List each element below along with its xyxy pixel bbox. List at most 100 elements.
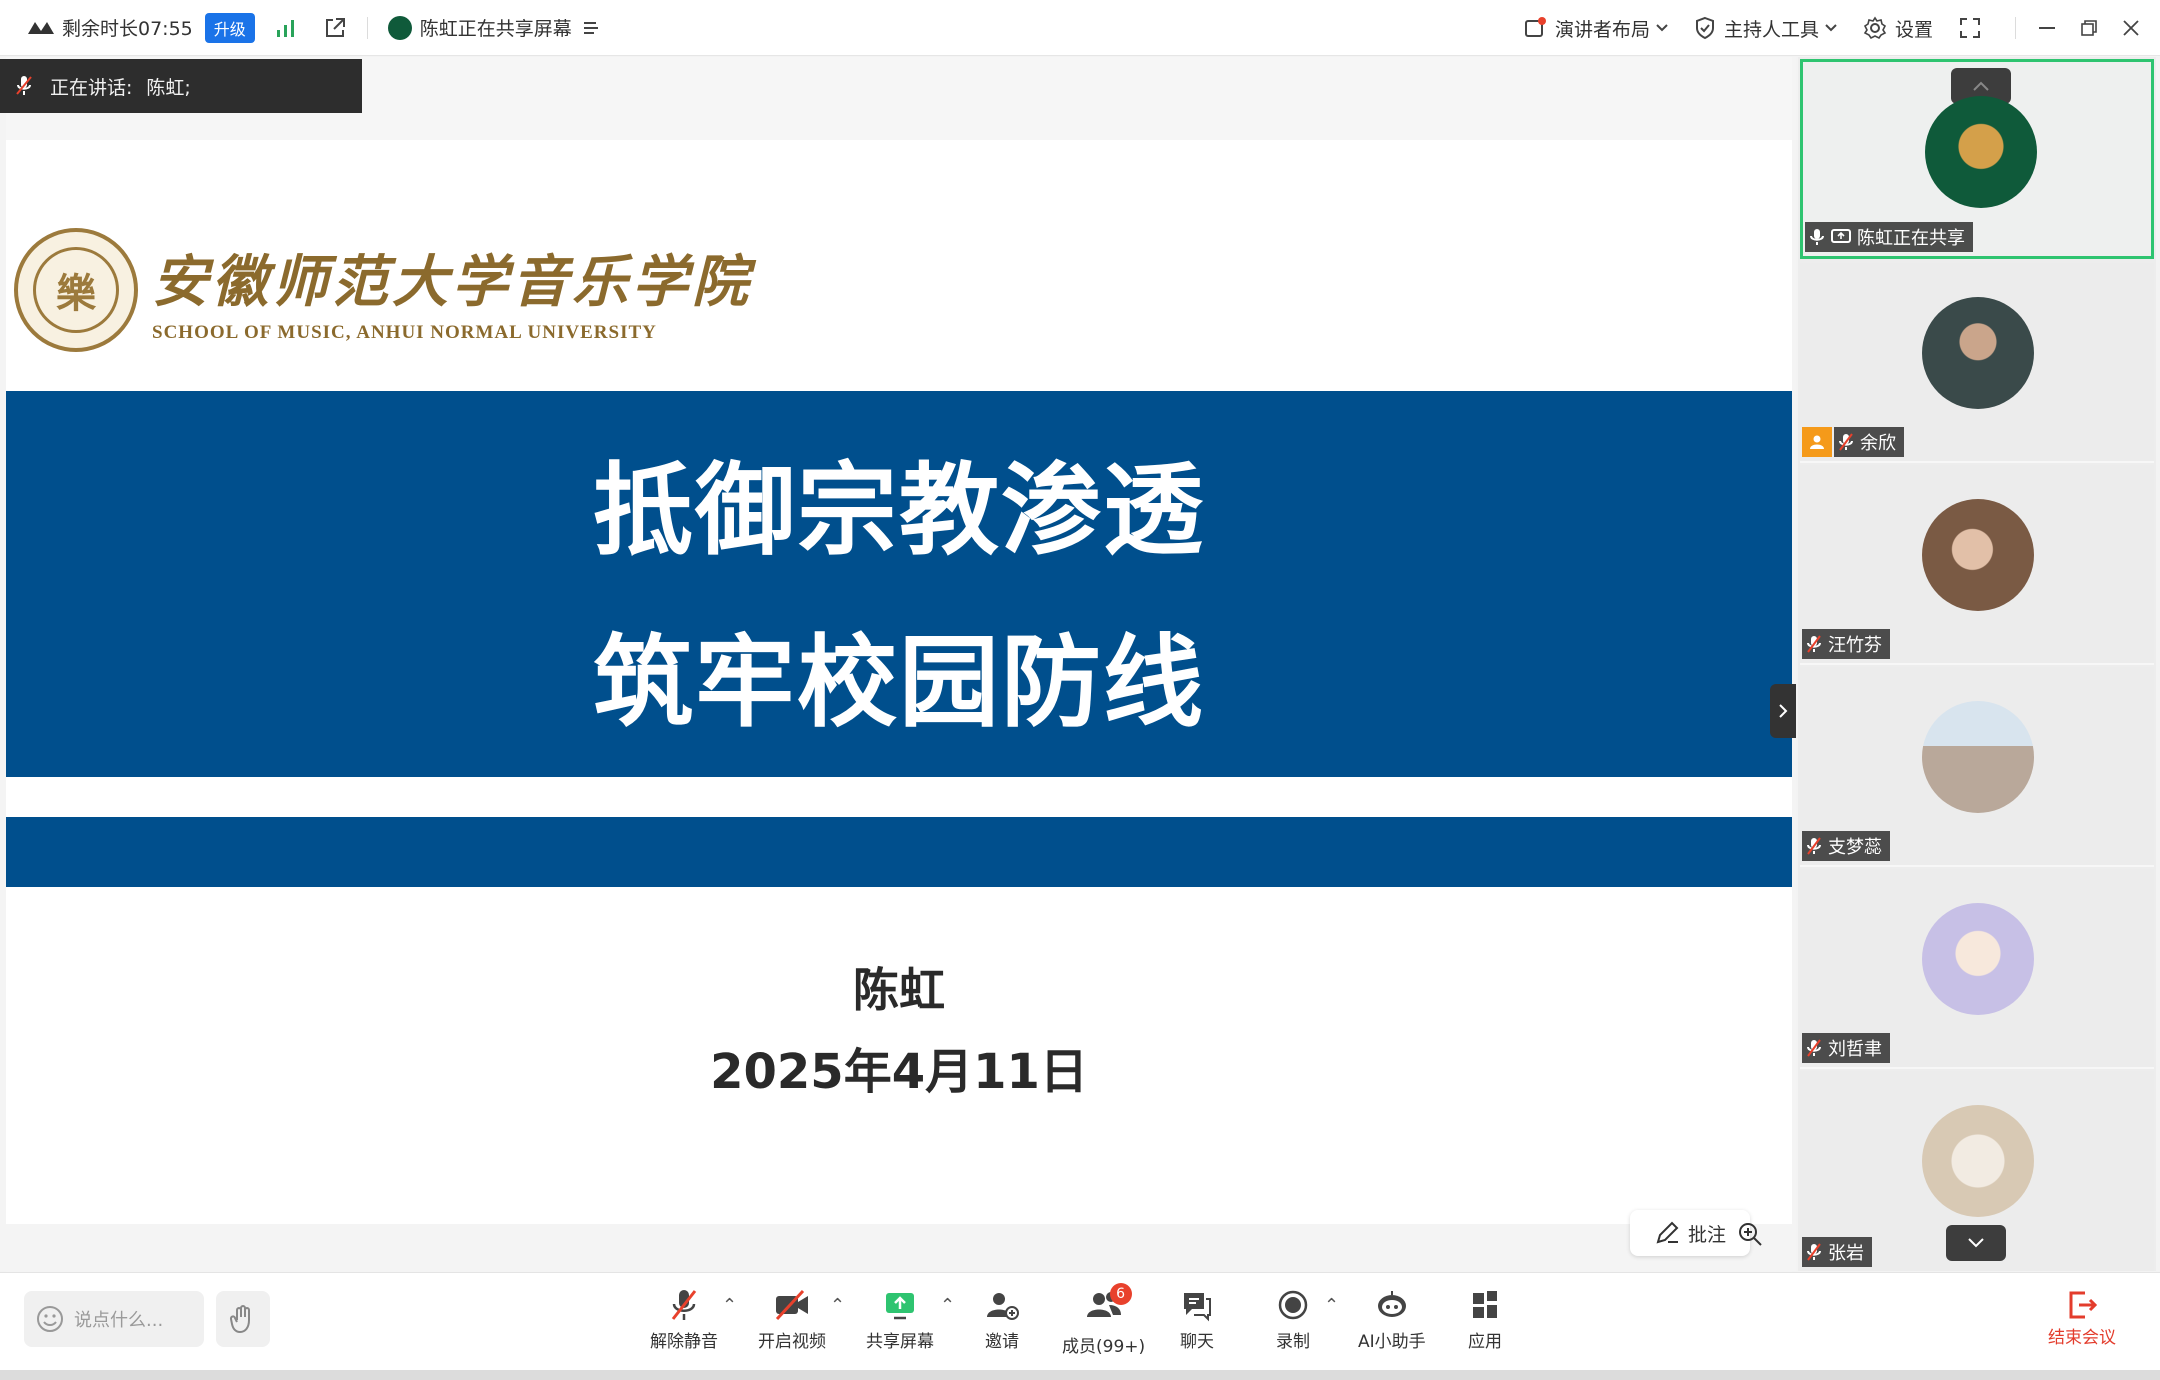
participant-name: 汪竹芬 [1828,635,1882,656]
slide-bottom-margin [6,1224,1792,1272]
participant-tile[interactable]: 汪竹芬 [1800,465,2154,665]
share-options-caret[interactable]: ⌃ [940,1295,955,1316]
record-button[interactable]: 录制 [1276,1287,1310,1352]
participant-tile[interactable]: 余欣 [1800,263,2154,463]
chat-label: 聊天 [1180,1332,1214,1352]
mic-muted-icon [1839,433,1853,451]
layout-icon [1524,17,1546,37]
minimize-button[interactable] [2026,7,2068,49]
participant-name: 支梦蕊 [1828,837,1882,858]
invite-button[interactable]: 邀请 [984,1287,1020,1352]
zoom-button[interactable] [1728,1212,1772,1256]
ai-assistant-button[interactable]: AI小助手 [1358,1287,1426,1352]
remaining-time-text: 剩余时长07:55 [62,18,193,40]
close-icon [2123,20,2139,36]
host-icon [1802,427,1832,457]
annotate-label: 批注 [1687,1223,1726,1246]
chevron-right-icon [1779,704,1788,718]
status-strip [0,1370,2160,1380]
nameplate: 刘哲聿 [1802,1033,1890,1063]
sharing-status[interactable]: 陈虹正在共享屏幕 [387,14,600,41]
chevron-down-icon [1656,24,1668,32]
screen-share-icon [886,1293,914,1320]
restore-icon [2081,20,2097,36]
unmute-button[interactable]: 解除静音 [650,1287,718,1352]
start-video-button[interactable]: 开启视频 [758,1287,826,1352]
apps-label: 应用 [1468,1332,1502,1352]
menu-icon [583,21,598,34]
settings-button[interactable]: 设置 [1863,15,1933,42]
divider [2015,17,2016,39]
record-label: 录制 [1276,1332,1310,1352]
mic-muted-icon [1807,1243,1821,1261]
members-button[interactable]: 6 成员(99+) [1062,1283,1146,1357]
school-name-en: SCHOOL OF MUSIC, ANHUI NORMAL UNIVERSITY [152,321,657,343]
add-user-icon [987,1293,1019,1320]
mic-muted-icon [1807,837,1821,855]
restore-button[interactable] [2068,7,2110,49]
slide-title-line2: 筑牢校园防线 [593,624,1205,741]
bottom-toolbar: 说点什么... 解除静音 ⌃ 开启视频 ⌃ 共享屏幕 ⌃ 邀请 6 成员(99+… [0,1272,2160,1380]
mic-muted-icon [671,1290,697,1320]
raise-hand-icon [229,1305,250,1334]
nameplate: 张岩 [1802,1237,1872,1267]
sharing-status-text: 陈虹正在共享屏幕 [419,18,572,40]
avatar [1922,297,2034,409]
participant-tile[interactable]: 陈虹正在共享 [1800,59,2154,259]
layout-button[interactable]: 演讲者布局 [1523,15,1668,42]
participant-name: 陈虹正在共享 [1857,228,1965,249]
participant-tile[interactable]: 刘哲聿 [1800,869,2154,1069]
school-logo: 樂 安徽师范大学音乐学院 SCHOOL OF MUSIC, ANHUI NORM… [14,228,752,352]
slide-title-line1: 抵御宗教渗透 [593,452,1205,569]
speaking-label: 正在讲话: [50,76,133,99]
apps-button[interactable]: 应用 [1468,1287,1502,1352]
chat-button[interactable]: 聊天 [1180,1287,1214,1352]
exit-icon [2069,1291,2098,1319]
record-options-caret[interactable]: ⌃ [1324,1295,1339,1316]
sharer-avatar-icon [387,15,412,40]
collapse-sidebar-button[interactable] [1770,684,1796,738]
close-button[interactable] [2110,7,2152,49]
chevron-down-icon [1825,24,1837,32]
apps-grid-icon [1473,1291,1497,1318]
end-meeting-button[interactable]: 结束会议 [2048,1287,2116,1348]
end-meeting-label: 结束会议 [2048,1328,2116,1348]
upgrade-button[interactable]: 升级 [204,12,255,43]
quick-chat-input[interactable]: 说点什么... [24,1291,204,1347]
scroll-down-button[interactable] [1946,1225,2006,1261]
decorative-band [6,817,1792,887]
nameplate: 陈虹正在共享 [1805,222,1973,252]
members-badge: 6 [1109,1283,1132,1305]
fullscreen-icon[interactable] [1959,17,1981,39]
participant-name: 余欣 [1860,433,1896,454]
camera-off-icon [775,1289,808,1321]
avatar [1922,1105,2034,1217]
popout-icon[interactable] [323,16,347,40]
quick-chat-placeholder: 说点什么... [74,1310,164,1331]
host-tools-label: 主持人工具 [1723,18,1819,41]
members-label: 成员(99+) [1062,1337,1146,1357]
speaking-indicator: 正在讲话: 陈虹; [0,59,362,113]
participant-list: 陈虹正在共享 余欣 汪竹芬 支梦蕊 刘哲聿 张岩 [1798,57,2156,1271]
avatar [1922,499,2034,611]
invite-label: 邀请 [985,1332,1019,1352]
nameplate: 支梦蕊 [1802,831,1890,861]
speaking-name: 陈虹; [146,76,191,99]
raise-hand-button[interactable] [216,1291,270,1347]
chevron-down-icon [1968,1238,1984,1248]
share-screen-button[interactable]: 共享屏幕 [866,1287,934,1352]
chat-icon [1184,1293,1211,1322]
video-options-caret[interactable]: ⌃ [830,1295,845,1316]
slide-presenter: 陈虹 [853,963,945,1017]
participant-tile[interactable]: 支梦蕊 [1800,667,2154,867]
share-screen-label: 共享屏幕 [866,1332,934,1352]
chevron-up-icon [1973,81,1989,91]
shield-icon [1695,16,1714,40]
meeting-logo-icon [28,21,54,34]
remaining-time: 剩余时长07:55 [26,14,193,41]
nameplate: 余欣 [1834,427,1904,457]
signal-icon[interactable] [275,18,297,38]
audio-options-caret[interactable]: ⌃ [722,1295,737,1316]
host-tools-button[interactable]: 主持人工具 [1694,15,1837,42]
participant-name: 张岩 [1828,1243,1864,1264]
